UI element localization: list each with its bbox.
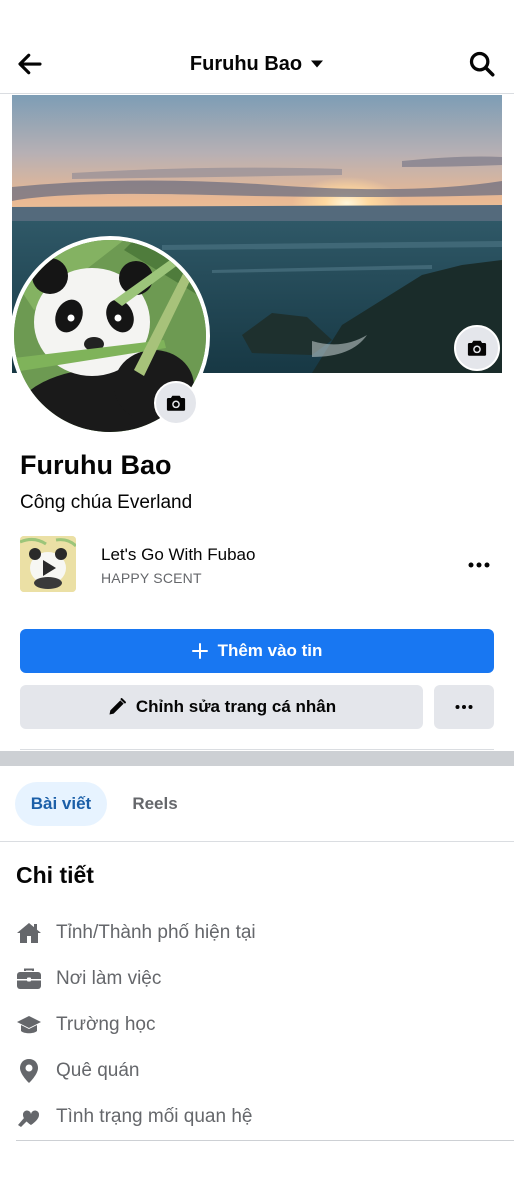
location-pin-icon: [16, 1058, 42, 1084]
detail-school[interactable]: Trường học: [16, 1009, 496, 1041]
music-more-button[interactable]: [464, 550, 494, 580]
section-separator: [0, 751, 514, 766]
graduation-cap-icon: [16, 1012, 42, 1038]
heart-icon: [16, 1104, 42, 1130]
plus-icon: [191, 643, 208, 659]
caret-down-icon: [311, 60, 324, 68]
divider: [20, 749, 494, 750]
divider: [16, 1140, 514, 1141]
camera-icon: [166, 395, 186, 411]
detail-relationship[interactable]: Tình trạng mối quan hệ: [16, 1101, 496, 1133]
avatar-camera-button[interactable]: [154, 381, 198, 425]
briefcase-icon: [16, 966, 42, 992]
music-album-art[interactable]: [20, 536, 76, 592]
detail-hometown[interactable]: Quê quán: [16, 1055, 496, 1087]
music-artist: HAPPY SCENT: [101, 570, 202, 586]
profile-switcher[interactable]: Furuhu Bao: [0, 48, 514, 80]
home-icon: [16, 920, 42, 946]
detail-workplace[interactable]: Nơi làm việc: [16, 963, 496, 995]
music-play-icon: [20, 536, 76, 592]
more-horizontal-icon: [468, 562, 490, 568]
cover-camera-button[interactable]: [454, 325, 500, 371]
search-icon: [469, 51, 495, 77]
details-title: Chi tiết: [16, 862, 94, 888]
profile-tabs: Bài viết Reels: [0, 766, 514, 842]
edit-profile-button[interactable]: Chỉnh sửa trang cá nhân: [20, 685, 423, 729]
profile-name: Furuhu Bao: [20, 450, 172, 480]
pencil-icon: [109, 698, 126, 715]
camera-icon: [467, 340, 487, 356]
tab-reels[interactable]: Reels: [122, 782, 188, 826]
profile-more-button[interactable]: [434, 685, 494, 729]
profile-bio: Công chúa Everland: [20, 492, 193, 513]
profile-music: Let's Go With Fubao HAPPY SCENT: [20, 536, 494, 596]
tab-posts[interactable]: Bài viết: [15, 782, 107, 826]
detail-school-label: Trường học: [56, 1014, 156, 1035]
detail-hometown-label: Quê quán: [56, 1060, 140, 1081]
music-title: Let's Go With Fubao: [101, 545, 256, 564]
detail-current-city-label: Tỉnh/Thành phố hiện tại: [56, 922, 256, 943]
more-horizontal-icon: [455, 705, 473, 709]
add-to-story-button[interactable]: Thêm vào tin: [20, 629, 494, 673]
add-to-story-label: Thêm vào tin: [217, 641, 323, 660]
edit-profile-label: Chỉnh sửa trang cá nhân: [135, 697, 337, 716]
detail-workplace-label: Nơi làm việc: [56, 968, 162, 989]
top-bar: Furuhu Bao: [0, 0, 514, 94]
page-title: Furuhu Bao: [189, 52, 303, 75]
search-button[interactable]: [464, 46, 500, 82]
detail-current-city[interactable]: Tỉnh/Thành phố hiện tại: [16, 917, 496, 949]
detail-relationship-label: Tình trạng mối quan hệ: [56, 1106, 253, 1127]
